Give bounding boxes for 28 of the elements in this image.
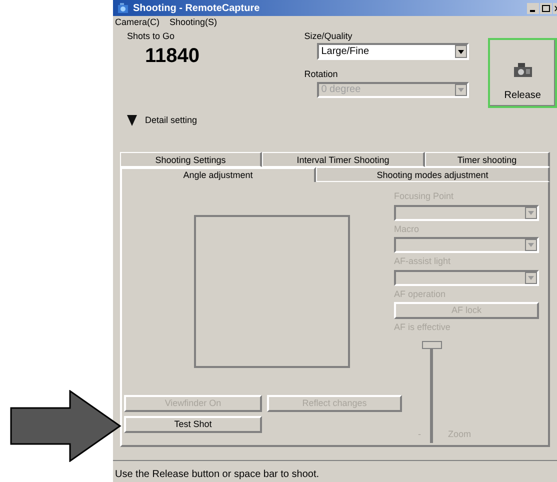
size-quality-dropdown[interactable]: Large/Fine (317, 43, 470, 60)
zoom-min-mark: - (418, 428, 421, 442)
detail-setting-toggle[interactable]: Detail setting (127, 114, 198, 128)
tab[interactable]: Shooting modes adjustment (316, 167, 550, 182)
push-button[interactable]: Test Shot (124, 416, 262, 434)
size-quality-label: Size/Quality (304, 30, 354, 43)
caret-icon (127, 115, 137, 126)
app-icon (117, 2, 129, 14)
tab[interactable]: Shooting Settings (120, 152, 262, 168)
release-button[interactable]: Release (488, 38, 557, 108)
minimize-icon[interactable] (527, 2, 539, 14)
tab[interactable]: Interval Timer Shooting (262, 152, 425, 168)
camera-icon (512, 62, 533, 78)
menu-item[interactable]: Camera(C) (115, 16, 160, 30)
dropdown-arrow-icon (528, 243, 534, 248)
status-text: Use the Release button or space bar to shoot. (115, 468, 320, 482)
tab[interactable]: Timer shooting (425, 152, 550, 168)
dropdown-arrow-icon (528, 210, 534, 215)
dropdown-arrow-icon (528, 276, 534, 280)
menu-item[interactable]: Shooting(S) (170, 16, 218, 30)
dropdown-arrow-icon (458, 88, 464, 92)
dropdown-arrow-icon (458, 50, 464, 54)
shots-label: Shots to Go (127, 30, 176, 43)
window-title: Shooting - RemoteCapture (133, 2, 261, 16)
shots-count: 11840 (145, 44, 200, 70)
tab[interactable]: Angle adjustment (120, 167, 316, 182)
rotation-label: Rotation (304, 68, 339, 82)
zoom-slider[interactable] (422, 340, 442, 443)
